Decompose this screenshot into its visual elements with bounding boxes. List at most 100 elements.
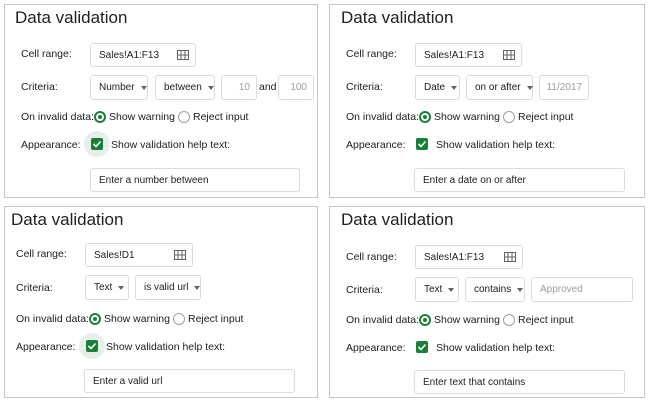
show-warning-label: Show warning [104, 313, 170, 325]
caret-down-icon [451, 85, 458, 90]
grid-icon[interactable] [177, 50, 189, 60]
caret-down-icon [118, 285, 125, 290]
criteria-type-value: Number [99, 82, 135, 93]
show-warning-radio[interactable] [94, 111, 106, 123]
grid-icon[interactable] [174, 250, 186, 260]
reject-input-radio[interactable] [178, 111, 190, 123]
cell-range-input[interactable]: Sales!A1:F13 [415, 43, 522, 67]
checkmark-icon [417, 343, 427, 351]
criteria-label: Criteria: [16, 282, 53, 294]
caret-down-icon [526, 85, 533, 90]
cell-range-input[interactable]: Sales!A1:F13 [90, 43, 196, 67]
min-value-input[interactable]: 10 [221, 75, 257, 100]
criteria-type-dropdown[interactable]: Text [85, 275, 129, 300]
criteria-type-value: Text [424, 284, 443, 295]
cell-range-value: Sales!A1:F13 [99, 49, 160, 61]
criteria-type-value: Text [94, 282, 113, 293]
help-text-checkbox-label: Show validation help text: [436, 139, 556, 151]
criteria-op-value: is valid url [144, 282, 189, 293]
criteria-op-value: contains [474, 284, 512, 295]
criteria-type-dropdown[interactable]: Number [90, 75, 148, 100]
show-warning-radio[interactable] [89, 313, 101, 325]
cell-range-label: Cell range: [21, 48, 72, 60]
caret-down-icon [194, 285, 201, 290]
help-text-value: Enter text that contains [423, 376, 526, 388]
panel-title: Data validation [341, 8, 454, 27]
max-value-input[interactable]: 100 [278, 75, 314, 100]
criteria-op-dropdown[interactable]: is valid url [135, 275, 201, 300]
panel-title: Data validation [11, 210, 124, 229]
cell-range-value: Sales!A1:F13 [424, 49, 485, 61]
show-warning-label: Show warning [434, 111, 500, 123]
and-label: and [259, 81, 277, 93]
cell-range-value: Sales!A1:F13 [424, 251, 485, 263]
invalid-data-label: On invalid data: [346, 111, 419, 123]
cell-range-input[interactable]: Sales!A1:F13 [415, 245, 523, 269]
reject-input-label: Reject input [518, 314, 574, 326]
min-value: 10 [238, 82, 250, 93]
help-text-checkbox[interactable] [416, 138, 428, 150]
cell-range-label: Cell range: [16, 248, 67, 260]
criteria-label: Criteria: [346, 284, 383, 296]
reject-input-label: Reject input [518, 111, 574, 123]
max-value: 100 [290, 82, 307, 93]
date-value-input[interactable]: 11/2017 [539, 75, 589, 100]
criteria-op-value: between [164, 82, 202, 93]
show-warning-label: Show warning [434, 314, 500, 326]
caret-down-icon [207, 85, 214, 90]
cell-range-label: Cell range: [346, 251, 397, 263]
help-text-checkbox[interactable] [86, 340, 98, 352]
panel-title: Data validation [341, 210, 454, 229]
criteria-label: Criteria: [21, 81, 58, 93]
invalid-data-label: On invalid data: [21, 111, 94, 123]
help-text-value: Enter a number between [99, 174, 209, 186]
reject-input-label: Reject input [193, 111, 249, 123]
reject-input-radio[interactable] [173, 313, 185, 325]
caret-down-icon [448, 287, 455, 292]
criteria-op-value: on or after [475, 82, 521, 93]
grid-icon[interactable] [504, 252, 516, 262]
show-warning-label: Show warning [109, 111, 175, 123]
grid-icon[interactable] [503, 50, 515, 60]
help-text-input[interactable]: Enter a number between [90, 168, 300, 192]
help-text-value: Enter a valid url [93, 375, 163, 387]
help-text-checkbox-label: Show validation help text: [106, 341, 226, 353]
caret-down-icon [140, 85, 147, 90]
checkmark-icon [87, 342, 97, 350]
contains-value-input[interactable]: Approved [531, 277, 633, 302]
criteria-type-value: Date [424, 82, 446, 93]
reject-input-radio[interactable] [503, 314, 515, 326]
help-text-input[interactable]: Enter text that contains [414, 370, 625, 394]
panel-title: Data validation [15, 8, 128, 27]
help-text-input[interactable]: Enter a date on or after [414, 168, 625, 192]
appearance-label: Appearance: [346, 139, 406, 151]
criteria-op-dropdown[interactable]: on or after [466, 75, 533, 100]
contains-value: Approved [540, 284, 583, 295]
appearance-label: Appearance: [21, 139, 81, 151]
appearance-label: Appearance: [346, 342, 406, 354]
help-text-input[interactable]: Enter a valid url [84, 369, 295, 393]
help-text-checkbox-label: Show validation help text: [436, 342, 556, 354]
appearance-label: Appearance: [16, 341, 76, 353]
show-warning-radio[interactable] [419, 111, 431, 123]
help-text-checkbox[interactable] [91, 138, 103, 150]
criteria-label: Criteria: [346, 81, 383, 93]
caret-down-icon [517, 287, 524, 292]
criteria-type-dropdown[interactable]: Text [415, 277, 459, 302]
help-text-value: Enter a date on or after [423, 174, 526, 186]
criteria-type-dropdown[interactable]: Date [415, 75, 460, 100]
cell-range-value: Sales!D1 [94, 249, 135, 261]
checkmark-icon [417, 140, 427, 148]
checkmark-icon [92, 140, 102, 148]
date-value: 11/2017 [546, 82, 582, 93]
cell-range-input[interactable]: Sales!D1 [85, 243, 193, 267]
invalid-data-label: On invalid data: [16, 313, 89, 325]
help-text-checkbox[interactable] [416, 341, 428, 353]
criteria-op-dropdown[interactable]: between [155, 75, 215, 100]
criteria-op-dropdown[interactable]: contains [465, 277, 525, 302]
reject-input-label: Reject input [188, 313, 244, 325]
show-warning-radio[interactable] [419, 314, 431, 326]
cell-range-label: Cell range: [346, 48, 397, 60]
invalid-data-label: On invalid data: [346, 314, 419, 326]
reject-input-radio[interactable] [503, 111, 515, 123]
